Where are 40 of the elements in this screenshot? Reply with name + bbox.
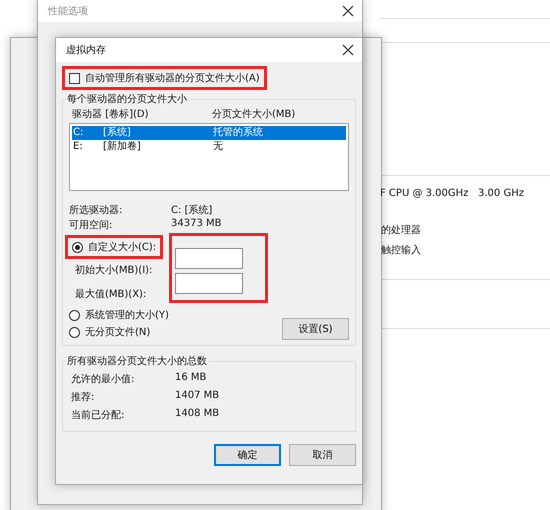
drive-row[interactable]: C: [系统] 托管的系统: [72, 126, 346, 140]
total-label: 推荐:: [71, 390, 96, 404]
dialog-button[interactable]: 取消: [289, 444, 356, 466]
cpu-text: F CPU @ 3.00GHz: [380, 188, 468, 199]
column-header: 驱动器 [卷标](D): [72, 108, 150, 121]
total-value: 1407 MB: [175, 390, 220, 403]
dialog-button[interactable]: 确定: [214, 444, 281, 466]
dialog-title: 虚拟内存: [66, 44, 106, 57]
total-value: 16 MB: [175, 372, 208, 385]
close-icon[interactable]: [342, 44, 354, 56]
total-label: 当前已分配:: [71, 408, 126, 422]
info-label: 可用空间:: [69, 218, 114, 232]
field-label: 最大值(MB)(X):: [74, 288, 148, 302]
total-value: 1408 MB: [175, 408, 220, 421]
radio-label: 无分页文件(N): [85, 326, 150, 339]
info-label: 所选驱动器:: [69, 204, 124, 217]
checkbox[interactable]: [69, 72, 80, 84]
input-field[interactable]: [175, 248, 243, 269]
radio-button[interactable]: [69, 310, 80, 320]
info-value: 34373 MB: [171, 218, 222, 231]
group-title: 每个驱动器的分页文件大小: [66, 92, 188, 106]
group-title: 所有驱动器分页文件大小的总数: [66, 354, 208, 368]
input-field[interactable]: [175, 273, 243, 294]
window-title: 性能选项: [48, 4, 88, 18]
column-header: 分页文件大小(MB): [212, 108, 296, 121]
drive-list[interactable]: C: [系统] 托管的系统 E: [新加卷] 无: [69, 123, 349, 191]
radio-button[interactable]: [69, 326, 80, 338]
touch-text: 触控输入: [381, 244, 421, 257]
processor-text: 的处理器: [381, 224, 421, 237]
total-label: 允许的最小值:: [71, 372, 136, 386]
speed-text: 3.00 GHz: [478, 188, 524, 199]
radio-label: 系统管理的大小(Y): [85, 308, 169, 322]
field-label: 初始大小(MB)(I):: [74, 264, 154, 278]
radio-label: 自定义大小(C):: [88, 240, 156, 254]
radio-button[interactable]: [72, 242, 83, 252]
set-button[interactable]: 设置(S): [282, 318, 349, 340]
info-value: C: [系统]: [171, 204, 214, 217]
drive-row[interactable]: E: [新加卷] 无: [72, 140, 346, 154]
close-icon[interactable]: [342, 5, 354, 17]
checkbox-label: 自动管理所有驱动器的分页文件大小(A): [85, 72, 260, 85]
